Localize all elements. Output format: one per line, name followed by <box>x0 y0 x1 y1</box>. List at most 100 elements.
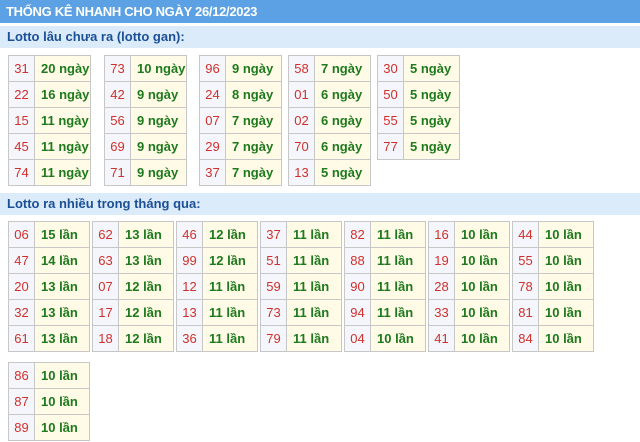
lotto-number: 20 <box>8 273 35 300</box>
lotto-count: 11 lần <box>370 221 426 248</box>
table-row: 47 14 lần <box>8 247 90 274</box>
table-row: 32 13 lần <box>8 299 90 326</box>
table-row: 12 11 lần <box>176 273 258 300</box>
lotto-count: 5 ngày <box>314 159 371 186</box>
gan-group: 31 20 ngày 22 16 ngày 15 11 ngày 45 11 ngày 74 11… <box>8 55 91 186</box>
table-row: 13 11 lần <box>176 299 258 326</box>
table-row: 30 5 ngày <box>377 55 460 82</box>
table-row: 41 10 lần <box>428 325 510 352</box>
table-row: 89 10 lần <box>8 414 90 441</box>
table-row: 63 13 lần <box>92 247 174 274</box>
lotto-number: 22 <box>8 81 35 108</box>
lotto-count: 10 lần <box>538 325 594 352</box>
table-row: 78 10 lần <box>512 273 594 300</box>
nhieu-group: 62 13 lần 63 13 lần 07 12 lần 17 12 lần 18 12 lần <box>92 221 174 352</box>
lotto-number: 37 <box>260 221 287 248</box>
table-row: 99 12 lần <box>176 247 258 274</box>
table-row: 42 9 ngày <box>104 81 187 108</box>
lotto-count: 10 lần <box>538 221 594 248</box>
table-row: 70 6 ngày <box>288 133 371 160</box>
table-row: 46 12 lần <box>176 221 258 248</box>
lotto-count: 10 lần <box>34 362 90 389</box>
lotto-count: 7 ngày <box>225 159 282 186</box>
table-row: 62 13 lần <box>92 221 174 248</box>
lotto-number: 55 <box>512 247 539 274</box>
lotto-count: 7 ngày <box>225 107 282 134</box>
lotto-number: 51 <box>260 247 287 274</box>
table-row: 04 10 lần <box>344 325 426 352</box>
lotto-number: 24 <box>199 81 226 108</box>
nhieu-group: 37 11 lần 51 11 lần 59 11 lần 73 11 lần 79 11 lần <box>260 221 342 352</box>
lotto-count: 7 ngày <box>314 55 371 82</box>
lotto-number: 90 <box>344 273 371 300</box>
lotto-count: 12 lần <box>118 325 174 352</box>
lotto-count: 13 lần <box>34 325 90 352</box>
table-row: 13 5 ngày <box>288 159 371 186</box>
lotto-number: 73 <box>260 299 287 326</box>
lotto-number: 31 <box>8 55 35 82</box>
lotto-count: 16 ngày <box>34 81 91 108</box>
table-row: 45 11 ngày <box>8 133 91 160</box>
lotto-number: 32 <box>8 299 35 326</box>
lotto-number: 88 <box>344 247 371 274</box>
lotto-count: 6 ngày <box>314 133 371 160</box>
lotto-number: 44 <box>512 221 539 248</box>
lotto-number: 87 <box>8 388 35 415</box>
table-row: 24 8 ngày <box>199 81 282 108</box>
lotto-count: 10 ngày <box>130 55 187 82</box>
lotto-number: 58 <box>288 55 315 82</box>
nhieu-group: 06 15 lần 47 14 lần 20 13 lần 32 13 lần 61 13 lần <box>8 221 90 352</box>
table-row: 87 10 lần <box>8 388 90 415</box>
lotto-number: 36 <box>176 325 203 352</box>
lotto-number: 17 <box>92 299 119 326</box>
table-row: 73 11 lần <box>260 299 342 326</box>
lotto-count: 15 lần <box>34 221 90 248</box>
lotto-number: 79 <box>260 325 287 352</box>
lotto-count: 5 ngày <box>403 133 460 160</box>
lotto-count: 11 lần <box>286 273 342 300</box>
lotto-count: 6 ngày <box>314 81 371 108</box>
table-row: 81 10 lần <box>512 299 594 326</box>
lotto-count: 10 lần <box>454 273 510 300</box>
lotto-count: 10 lần <box>538 247 594 274</box>
lotto-count: 7 ngày <box>225 133 282 160</box>
lotto-count: 12 lần <box>202 247 258 274</box>
lotto-number: 94 <box>344 299 371 326</box>
table-row: 07 12 lần <box>92 273 174 300</box>
lotto-count: 11 lần <box>286 221 342 248</box>
lotto-number: 96 <box>199 55 226 82</box>
lotto-count: 11 lần <box>370 273 426 300</box>
table-row: 18 12 lần <box>92 325 174 352</box>
lotto-number: 61 <box>8 325 35 352</box>
table-row: 94 11 lần <box>344 299 426 326</box>
lotto-count: 11 lần <box>286 299 342 326</box>
lotto-count: 12 lần <box>118 299 174 326</box>
table-row: 02 6 ngày <box>288 107 371 134</box>
lotto-count: 10 lần <box>34 388 90 415</box>
table-row: 56 9 ngày <box>104 107 187 134</box>
gan-group: 96 9 ngày 24 8 ngày 07 7 ngày 29 7 ngày 37 7 ngày <box>199 55 282 186</box>
lotto-count: 9 ngày <box>130 133 187 160</box>
lotto-number: 15 <box>8 107 35 134</box>
lotto-count: 11 ngày <box>34 133 91 160</box>
lotto-number: 12 <box>176 273 203 300</box>
table-row: 79 11 lần <box>260 325 342 352</box>
lotto-count: 11 lần <box>370 247 426 274</box>
section-title-lotto-nhieu: Lotto ra nhiều trong tháng qua: <box>0 193 640 215</box>
lotto-number: 56 <box>104 107 131 134</box>
table-row: 50 5 ngày <box>377 81 460 108</box>
lotto-number: 04 <box>344 325 371 352</box>
table-row: 73 10 ngày <box>104 55 187 82</box>
lotto-count: 9 ngày <box>225 55 282 82</box>
table-row: 36 11 lần <box>176 325 258 352</box>
lotto-number: 33 <box>428 299 455 326</box>
lotto-count: 9 ngày <box>130 81 187 108</box>
table-row: 55 10 lần <box>512 247 594 274</box>
lotto-count: 11 lần <box>202 299 258 326</box>
lotto-count: 11 lần <box>370 299 426 326</box>
gan-group: 73 10 ngày 42 9 ngày 56 9 ngày 69 9 ngày 71 9 ngà… <box>104 55 187 186</box>
lotto-count: 10 lần <box>454 325 510 352</box>
lotto-number: 45 <box>8 133 35 160</box>
lotto-number: 70 <box>288 133 315 160</box>
lotto-number: 99 <box>176 247 203 274</box>
